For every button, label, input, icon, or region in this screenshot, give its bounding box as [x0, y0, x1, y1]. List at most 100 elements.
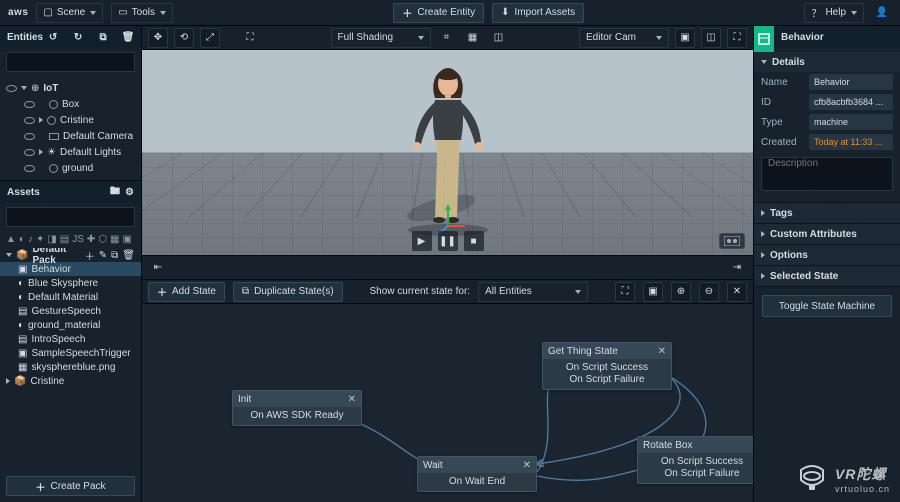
fit-icon[interactable]: ⛶ [615, 282, 635, 302]
filter-icon[interactable]: ✦ [36, 234, 44, 245]
behavior-tab[interactable] [754, 26, 774, 52]
behavior-icon: ▣ [18, 264, 27, 275]
import-assets-button[interactable]: ⬇Import Assets [492, 3, 584, 23]
vr-mode-button[interactable] [719, 233, 745, 249]
options-section-header[interactable]: Options [754, 245, 900, 265]
settings-icon[interactable]: ⚙ [125, 187, 134, 198]
selected-state-section-header[interactable]: Selected State [754, 266, 900, 286]
undo-icon[interactable]: ↺ [43, 27, 63, 47]
edit-icon[interactable]: ✎ [99, 250, 107, 261]
trash-icon[interactable]: 🗑 [118, 27, 138, 47]
close-icon[interactable]: ✕ [348, 394, 356, 405]
entities-search-input[interactable] [6, 52, 135, 72]
description-input[interactable] [761, 157, 893, 191]
close-panel-icon[interactable]: ✕ [727, 282, 747, 302]
user-icon[interactable]: 👤 [872, 3, 892, 23]
copy-icon[interactable]: ⧉ [93, 27, 113, 47]
filter-icon[interactable]: ▦ [110, 234, 119, 245]
asset-item[interactable]: ◐Blue Skysphere [0, 276, 141, 290]
scale-tool-icon[interactable]: ⤢ [200, 28, 220, 48]
duplicate-states-button[interactable]: ⧉Duplicate State(s) [233, 282, 343, 302]
graph-node-get-thing-state[interactable]: Get Thing State✕ On Script SuccessOn Scr… [542, 342, 672, 390]
visibility-icon[interactable] [24, 149, 35, 156]
name-field[interactable]: Behavior [809, 74, 893, 90]
rotate-tool-icon[interactable]: ⟲ [174, 28, 194, 48]
graph-node-wait[interactable]: Wait✕ On Wait End [417, 456, 537, 492]
camera-select[interactable]: Editor Cam [579, 28, 669, 48]
tools-menu[interactable]: ▭Tools [111, 3, 173, 23]
tree-item[interactable]: ☀Default Lights [0, 144, 141, 160]
filter-icon[interactable]: ▣ [123, 234, 132, 245]
trash-icon[interactable]: 🗑 [122, 250, 135, 261]
asset-pack[interactable]: 📦Cristine [0, 374, 141, 388]
create-pack-button[interactable]: ＋Create Pack [6, 476, 135, 496]
copy-icon[interactable]: ⧉ [111, 250, 118, 261]
custom-attributes-section-header[interactable]: Custom Attributes [754, 224, 900, 244]
tree-item[interactable]: Default Camera [0, 128, 141, 144]
folder-icon[interactable]: 🖿 [110, 184, 120, 201]
create-entity-button[interactable]: ＋Create Entity [393, 3, 484, 23]
view-icon[interactable]: ◫ [489, 28, 509, 48]
fullscreen-icon[interactable]: ⛶ [727, 28, 747, 48]
zoom-reset-icon[interactable]: ▣ [643, 282, 663, 302]
scene-menu[interactable]: ▢Scene [36, 3, 103, 23]
entity-filter-select[interactable]: All Entities [478, 282, 588, 302]
filter-icon[interactable]: JS [72, 234, 84, 245]
asset-item[interactable]: ▤GestureSpeech [0, 304, 141, 318]
tree-item[interactable]: ground [0, 160, 141, 176]
visibility-icon[interactable] [6, 85, 17, 92]
assets-search-input[interactable] [6, 207, 135, 227]
frame-icon[interactable]: ⌗ [437, 28, 457, 48]
add-icon[interactable]: ＋ [85, 248, 95, 263]
shading-mode-select[interactable]: Full Shading [331, 28, 431, 48]
asset-pack[interactable]: 📦Default Pack ＋✎⧉🗑 [0, 248, 141, 262]
asset-item[interactable]: ◐ground_material [0, 318, 141, 332]
viewport-layout-icon[interactable]: ◫ [701, 28, 721, 48]
filter-icon[interactable]: ◐ [19, 234, 25, 245]
toggle-state-machine-button[interactable]: Toggle State Machine [762, 295, 892, 317]
viewport-3d[interactable]: ▶ ❚❚ ■ [142, 50, 753, 256]
asset-item[interactable]: ▣Behavior [0, 262, 141, 276]
graph-node-rotate-box[interactable]: Rotate Box✕ On Script SuccessOn Script F… [637, 436, 753, 484]
grid-icon[interactable]: ▦ [463, 28, 483, 48]
aws-logo: aws [8, 7, 28, 18]
filter-icon[interactable]: ◨ [47, 234, 56, 245]
play-button[interactable]: ▶ [412, 231, 432, 251]
close-icon[interactable]: ✕ [523, 460, 531, 471]
zoom-out-icon[interactable]: ⊖ [699, 282, 719, 302]
graph-node-init[interactable]: Init✕ On AWS SDK Ready [232, 390, 362, 426]
visibility-icon[interactable] [24, 165, 35, 172]
asset-item[interactable]: ▦skysphereblue.png [0, 360, 141, 374]
collapse-left-icon[interactable]: ⇤ [148, 258, 168, 278]
viewport-layout-icon[interactable]: ▣ [675, 28, 695, 48]
asset-item[interactable]: ◐Default Material [0, 290, 141, 304]
tree-item[interactable]: Cristine [0, 112, 141, 128]
asset-item[interactable]: ▣SampleSpeechTrigger [0, 346, 141, 360]
snap-icon[interactable]: ⛶ [240, 28, 260, 48]
filter-icon[interactable]: ▤ [60, 234, 69, 245]
assets-panel: Assets🖿⚙ ▲◐♪✦◨▤JS✚⬡▦▣ 📦Default Pack ＋✎⧉🗑… [0, 180, 141, 502]
close-icon[interactable]: ✕ [658, 346, 666, 357]
tags-section-header[interactable]: Tags [754, 203, 900, 223]
filter-icon[interactable]: ♪ [28, 234, 33, 245]
collapse-right-icon[interactable]: ⇥ [727, 258, 747, 278]
help-menu[interactable]: ？Help [804, 3, 864, 23]
state-machine-graph[interactable]: Init✕ On AWS SDK Ready Wait✕ On Wait End… [142, 304, 753, 502]
filter-icon[interactable]: ⬡ [98, 234, 107, 245]
visibility-icon[interactable] [24, 101, 35, 108]
tree-root[interactable]: ⊕IoT [0, 80, 141, 96]
visibility-icon[interactable] [24, 133, 35, 140]
stop-button[interactable]: ■ [464, 231, 484, 251]
visibility-icon[interactable] [24, 117, 35, 124]
pause-button[interactable]: ❚❚ [438, 231, 458, 251]
details-section-header[interactable]: Details [754, 52, 900, 72]
inspector-title: Behavior [774, 26, 900, 48]
add-state-button[interactable]: ＋Add State [148, 282, 225, 302]
filter-icon[interactable]: ✚ [87, 234, 95, 245]
zoom-in-icon[interactable]: ⊕ [671, 282, 691, 302]
redo-icon[interactable]: ↻ [68, 27, 88, 47]
asset-item[interactable]: ▤IntroSpeech [0, 332, 141, 346]
tree-item[interactable]: Box [0, 96, 141, 112]
filter-icon[interactable]: ▲ [6, 234, 16, 245]
translate-tool-icon[interactable]: ✥ [148, 28, 168, 48]
